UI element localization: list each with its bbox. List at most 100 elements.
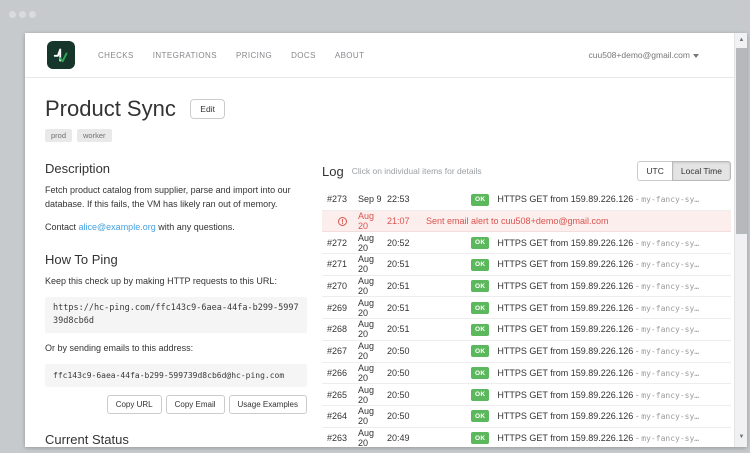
ping-time: 20:52 <box>387 238 413 248</box>
description-contact: Contact alice@example.org with any quest… <box>45 220 307 234</box>
ping-time: 20:50 <box>387 411 413 421</box>
ping-url-code[interactable]: https://hc-ping.com/ffc143c9-6aea-44fa-b… <box>45 297 307 333</box>
edit-button[interactable]: Edit <box>190 99 225 119</box>
chevron-down-icon <box>693 54 699 58</box>
ping-description: HTTPS GET from 159.89.226.126 - my-fancy… <box>497 346 699 356</box>
ok-badge: OK <box>471 324 489 336</box>
ping-email-code[interactable]: ffc143c9-6aea-44fa-b299-599739d8cb6d@hc-… <box>45 364 307 387</box>
ping-number: #270 <box>322 281 347 291</box>
scroll-up-icon[interactable]: ▲ <box>735 34 747 46</box>
log-row-ping[interactable]: #273 Sep 9 22:53 OK HTTPS GET from 159.8… <box>322 189 731 211</box>
local-time-toggle-button[interactable]: Local Time <box>672 161 731 181</box>
nav-item-pricing[interactable]: PRICING <box>236 51 272 60</box>
ping-number: #268 <box>322 324 347 334</box>
ping-description: HTTPS GET from 159.89.226.126 - my-fancy… <box>497 238 699 248</box>
ping-date: Aug 20 <box>358 276 385 296</box>
nav-item-checks[interactable]: CHECKS <box>98 51 134 60</box>
nav-item-about[interactable]: ABOUT <box>335 51 365 60</box>
alert-time: 21:07 <box>387 216 413 226</box>
left-column: Description Fetch product catalog from s… <box>45 161 307 447</box>
ping-date: Sep 9 <box>358 194 385 204</box>
current-status-heading: Current Status <box>45 432 307 447</box>
ok-badge: OK <box>471 259 489 271</box>
remote-host: my-fancy-sy… <box>641 282 699 291</box>
remote-host: my-fancy-sy… <box>641 239 699 248</box>
nav-item-integrations[interactable]: INTEGRATIONS <box>153 51 217 60</box>
nav-item-docs[interactable]: DOCS <box>291 51 316 60</box>
remote-host: my-fancy-sy… <box>641 391 699 400</box>
log-table: #273 Sep 9 22:53 OK HTTPS GET from 159.8… <box>322 189 731 447</box>
remote-host: my-fancy-sy… <box>641 347 699 356</box>
log-row-ping[interactable]: #263 Aug 20 20:49 OK HTTPS GET from 159.… <box>322 428 731 447</box>
ping-number: #264 <box>322 411 347 421</box>
account-menu[interactable]: cuu508+demo@gmail.com <box>589 50 699 60</box>
copy-email-button[interactable]: Copy Email <box>166 395 225 414</box>
log-subtitle: Click on individual items for details <box>352 166 482 176</box>
ping-time: 20:51 <box>387 303 413 313</box>
ping-description: HTTPS GET from 159.89.226.126 - my-fancy… <box>497 324 699 334</box>
ping-description: HTTPS GET from 159.89.226.126 - my-fancy… <box>497 194 699 204</box>
window-traffic-lights <box>9 11 36 18</box>
tag-list: prod worker <box>45 129 225 142</box>
remote-host: my-fancy-sy… <box>641 260 699 269</box>
how-to-ping-heading: How To Ping <box>45 252 307 267</box>
remote-host: my-fancy-sy… <box>641 434 699 443</box>
ping-date: Aug 20 <box>358 428 385 447</box>
ping-number: #273 <box>322 194 347 204</box>
timezone-toggle: UTC Local Time <box>637 161 731 181</box>
pulse-icon <box>50 44 72 66</box>
alert-icon: ! <box>338 217 347 226</box>
log-row-ping[interactable]: #267 Aug 20 20:50 OK HTTPS GET from 159.… <box>322 341 731 363</box>
log-header: Log Click on individual items for detail… <box>322 161 731 181</box>
page-header: Product Sync Edit prod worker <box>45 96 225 142</box>
ok-badge: OK <box>471 389 489 401</box>
description-body: Fetch product catalog from supplier, par… <box>45 183 307 211</box>
remote-host: my-fancy-sy… <box>641 325 699 334</box>
remote-host: my-fancy-sy… <box>641 412 699 421</box>
log-row-ping[interactable]: #265 Aug 20 20:50 OK HTTPS GET from 159.… <box>322 384 731 406</box>
account-email: cuu508+demo@gmail.com <box>589 50 690 60</box>
log-row-ping[interactable]: #264 Aug 20 20:50 OK HTTPS GET from 159.… <box>322 406 731 428</box>
ok-badge: OK <box>471 345 489 357</box>
ping-description: HTTPS GET from 159.89.226.126 - my-fancy… <box>497 390 699 400</box>
log-row-ping[interactable]: #271 Aug 20 20:51 OK HTTPS GET from 159.… <box>322 254 731 276</box>
ok-badge: OK <box>471 280 489 292</box>
ping-email-hint: Or by sending emails to this address: <box>45 341 307 355</box>
ping-actions: Copy URL Copy Email Usage Examples <box>45 395 307 414</box>
ping-time: 20:50 <box>387 368 413 378</box>
log-row-ping[interactable]: #272 Aug 20 20:52 OK HTTPS GET from 159.… <box>322 232 731 254</box>
ping-date: Aug 20 <box>358 385 385 405</box>
ping-time: 20:51 <box>387 281 413 291</box>
ok-badge: OK <box>471 302 489 314</box>
usage-examples-button[interactable]: Usage Examples <box>229 395 307 414</box>
log-row-ping[interactable]: #268 Aug 20 20:51 OK HTTPS GET from 159.… <box>322 319 731 341</box>
log-row-ping[interactable]: #270 Aug 20 20:51 OK HTTPS GET from 159.… <box>322 276 731 298</box>
ping-time: 20:49 <box>387 433 413 443</box>
alert-date: Aug 20 <box>358 211 385 231</box>
ping-description: HTTPS GET from 159.89.226.126 - my-fancy… <box>497 303 699 313</box>
scrollbar-thumb[interactable] <box>736 48 747 234</box>
utc-toggle-button[interactable]: UTC <box>637 161 671 181</box>
ping-time: 20:50 <box>387 390 413 400</box>
ping-description: HTTPS GET from 159.89.226.126 - my-fancy… <box>497 259 699 269</box>
ping-date: Aug 20 <box>358 233 385 253</box>
log-row-alert[interactable]: ! Aug 20 21:07 Sent email alert to cuu50… <box>322 211 731 233</box>
contact-email-link[interactable]: alice@example.org <box>79 222 156 232</box>
scroll-down-icon[interactable]: ▼ <box>735 431 747 443</box>
remote-host: my-fancy-sy… <box>641 304 699 313</box>
healthchecks-logo-icon[interactable] <box>47 41 75 69</box>
scrollbar[interactable]: ▲ ▼ <box>734 33 747 447</box>
ping-time: 22:53 <box>387 194 413 204</box>
log-row-ping[interactable]: #269 Aug 20 20:51 OK HTTPS GET from 159.… <box>322 297 731 319</box>
traffic-light-dot <box>29 11 36 18</box>
traffic-light-dot <box>19 11 26 18</box>
alert-message: Sent email alert to cuu508+demo@gmail.co… <box>426 216 608 226</box>
log-row-ping[interactable]: #266 Aug 20 20:50 OK HTTPS GET from 159.… <box>322 363 731 385</box>
ping-url-hint: Keep this check up by making HTTP reques… <box>45 274 307 288</box>
ping-description: HTTPS GET from 159.89.226.126 - my-fancy… <box>497 368 699 378</box>
tag-badge: prod <box>45 129 72 142</box>
copy-url-button[interactable]: Copy URL <box>107 395 162 414</box>
ping-description: HTTPS GET from 159.89.226.126 - my-fancy… <box>497 281 699 291</box>
description-heading: Description <box>45 161 307 176</box>
ok-badge: OK <box>471 367 489 379</box>
